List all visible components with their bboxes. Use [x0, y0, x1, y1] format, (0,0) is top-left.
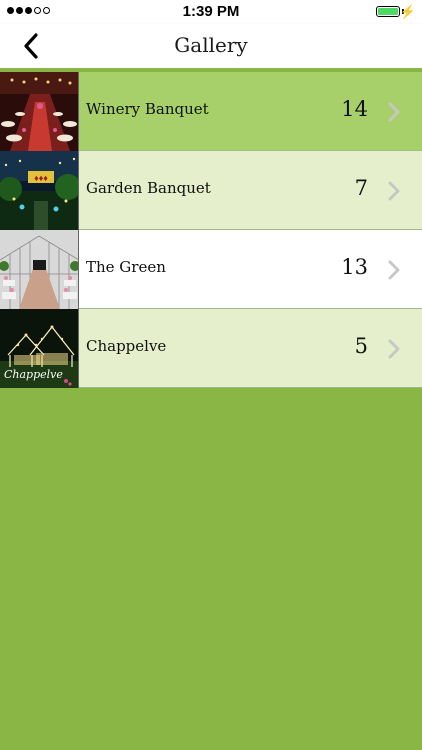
gallery-item-label: Garden Banquet [86, 179, 211, 197]
gallery-item-chappelve[interactable]: Chappelve Chappelve 5 [0, 308, 422, 388]
chevron-right-icon [388, 102, 400, 122]
gallery-item-winery-banquet[interactable]: Winery Banquet 14 [0, 71, 422, 151]
navigation-bar: Gallery [0, 24, 422, 72]
gallery-item-the-green[interactable]: The Green 13 [0, 229, 422, 309]
gallery-item-count: 7 [354, 176, 368, 200]
gallery-item-label: The Green [86, 258, 166, 276]
gallery-item-garden-banquet[interactable]: ♦♦♦ Garden Banquet 7 [0, 150, 422, 230]
charging-bolt-icon: ⚡ [399, 4, 416, 19]
battery-icon [376, 6, 400, 17]
gallery-item-count: 5 [354, 334, 368, 358]
chapel-lights-photo: Chappelve [0, 308, 79, 388]
svg-text:♦♦♦: ♦♦♦ [34, 173, 48, 183]
empty-background-area [0, 388, 422, 750]
garden-night-photo: ♦♦♦ [0, 150, 79, 230]
page-title: Gallery [174, 33, 248, 57]
gallery-list: Winery Banquet 14 ♦♦♦ Garden Banquet 7 T… [0, 71, 422, 388]
gallery-item-label: Chappelve [86, 337, 167, 355]
greenhouse-aisle-photo [0, 229, 79, 309]
chevron-right-icon [388, 260, 400, 280]
gallery-item-label: Winery Banquet [86, 100, 209, 118]
chevron-right-icon [388, 339, 400, 359]
thumb-caption: Chappelve [4, 367, 63, 381]
banquet-hall-photo [0, 71, 79, 151]
chevron-right-icon [388, 181, 400, 201]
gallery-item-count: 13 [341, 255, 368, 279]
status-bar: 1:39 PM ⚡ [0, 0, 422, 24]
gallery-item-count: 14 [341, 97, 368, 121]
status-time: 1:39 PM [182, 3, 240, 20]
